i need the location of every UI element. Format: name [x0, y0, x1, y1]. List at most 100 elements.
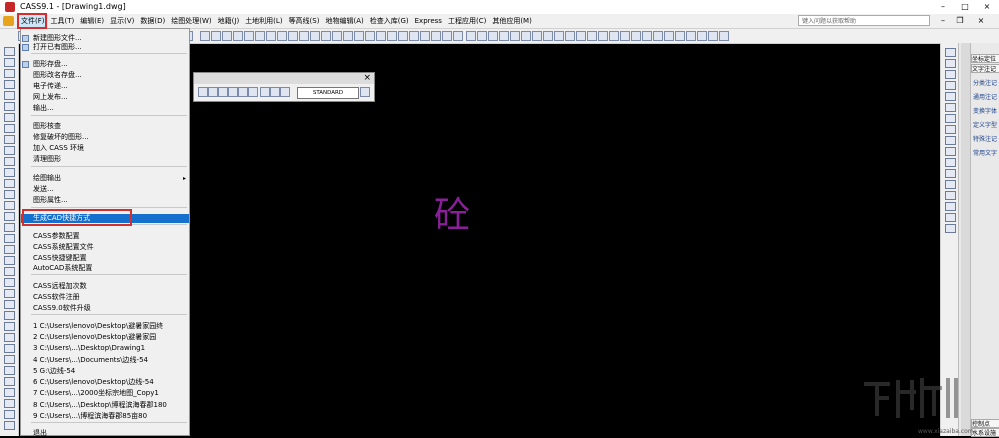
panel-entry[interactable]: 通用注记	[973, 93, 999, 103]
draw-tool-icon[interactable]	[4, 421, 15, 430]
toolbar-tool-icon[interactable]	[642, 31, 652, 41]
edit-tool-icon[interactable]	[945, 114, 956, 123]
style-tool-icon[interactable]	[198, 87, 208, 97]
edit-tool-icon[interactable]	[945, 70, 956, 79]
toolbar-tool-icon[interactable]	[233, 31, 243, 41]
toolbar-tool-icon[interactable]	[409, 31, 419, 41]
tab-coordinate-locate[interactable]: 坐标定位	[971, 54, 999, 63]
draw-tool-icon[interactable]	[4, 399, 15, 408]
toolbar-tool-icon[interactable]	[387, 31, 397, 41]
toolbar-tool-icon[interactable]	[653, 31, 663, 41]
menu-item[interactable]: 土地利用(L)	[242, 14, 285, 28]
toolbar-tool-icon[interactable]	[686, 31, 696, 41]
style-tool-icon[interactable]	[208, 87, 218, 97]
draw-tool-icon[interactable]	[4, 267, 15, 276]
menu-item[interactable]: 其他应用(M)	[489, 14, 535, 28]
mdi-restore-button[interactable]: ❐	[954, 15, 966, 27]
toolbar-tool-icon[interactable]	[277, 31, 287, 41]
file-menu-item[interactable]: 退出	[21, 429, 189, 438]
file-menu-item[interactable]: 新建图形文件...	[21, 34, 189, 43]
draw-tool-icon[interactable]	[4, 69, 15, 78]
toolbar-tool-icon[interactable]	[543, 31, 553, 41]
toolbar-tool-icon[interactable]	[697, 31, 707, 41]
toolbar-tool-icon[interactable]	[288, 31, 298, 41]
toolbar-tool-icon[interactable]	[708, 31, 718, 41]
toolbar-tool-icon[interactable]	[466, 31, 476, 41]
toolbar-tool-icon[interactable]	[521, 31, 531, 41]
edit-tool-icon[interactable]	[945, 169, 956, 178]
draw-tool-icon[interactable]	[4, 289, 15, 298]
edit-tool-icon[interactable]	[945, 202, 956, 211]
toolbar-tool-icon[interactable]	[442, 31, 452, 41]
toolbar-tool-icon[interactable]	[576, 31, 586, 41]
toolbar-tool-icon[interactable]	[299, 31, 309, 41]
toolbar-tool-icon[interactable]	[321, 31, 331, 41]
panel-entry[interactable]: 特殊注记	[973, 135, 999, 145]
edit-tool-icon[interactable]	[945, 59, 956, 68]
draw-tool-icon[interactable]	[4, 333, 15, 342]
toolbar-tool-icon[interactable]	[200, 31, 210, 41]
panel-entry[interactable]: 分类注记	[973, 79, 999, 89]
toolbar-tool-icon[interactable]	[310, 31, 320, 41]
menu-item[interactable]: Express	[412, 14, 445, 28]
toolbar-tool-icon[interactable]	[222, 31, 232, 41]
file-menu-item[interactable]: CASS9.0软件升级	[21, 304, 189, 313]
draw-tool-icon[interactable]	[4, 212, 15, 221]
toolbar-tool-icon[interactable]	[631, 31, 641, 41]
file-menu-item[interactable]: 发送...	[21, 185, 189, 194]
draw-tool-icon[interactable]	[4, 124, 15, 133]
draw-tool-icon[interactable]	[4, 278, 15, 287]
menu-item[interactable]: 工具(T)	[48, 14, 78, 28]
draw-tool-icon[interactable]	[4, 113, 15, 122]
toolbar-tool-icon[interactable]	[453, 31, 463, 41]
draw-tool-icon[interactable]	[4, 157, 15, 166]
file-menu-item[interactable]: CASS系统配置文件	[21, 243, 189, 252]
edit-tool-icon[interactable]	[945, 103, 956, 112]
file-menu-item[interactable]: CASS快捷键配置	[21, 254, 189, 263]
draw-tool-icon[interactable]	[4, 190, 15, 199]
draw-tool-icon[interactable]	[4, 58, 15, 67]
draw-tool-icon[interactable]	[4, 377, 15, 386]
draw-tool-icon[interactable]	[4, 410, 15, 419]
restore-button[interactable]: □	[955, 1, 975, 13]
file-menu-item[interactable]: 加入 CASS 环境	[21, 144, 189, 153]
pick-style-icon[interactable]	[360, 87, 370, 97]
menu-item[interactable]: 地物编辑(A)	[322, 14, 366, 28]
toolbar-tool-icon[interactable]	[343, 31, 353, 41]
file-menu-item[interactable]: 网上发布...	[21, 93, 189, 102]
style-tool-icon[interactable]	[260, 87, 270, 97]
tab-text-annotation[interactable]: 文字注记	[971, 64, 999, 73]
toolbar-tool-icon[interactable]	[510, 31, 520, 41]
menu-item[interactable]: 地籍(J)	[215, 14, 243, 28]
file-menu-item[interactable]: 图形存盘...	[21, 60, 189, 69]
draw-tool-icon[interactable]	[4, 80, 15, 89]
file-menu-item[interactable]: 清理图形	[21, 155, 189, 164]
file-menu-item[interactable]: 修复破坏的图形...	[21, 133, 189, 142]
style-tool-icon[interactable]	[248, 87, 258, 97]
file-menu-item[interactable]: 1 C:\Users\lenovo\Desktop\避暑家园终	[21, 322, 189, 331]
toolbar-tool-icon[interactable]	[719, 31, 729, 41]
file-menu-item[interactable]: CASS软件注册	[21, 293, 189, 302]
draw-tool-icon[interactable]	[4, 388, 15, 397]
draw-tool-icon[interactable]	[4, 47, 15, 56]
toolbar-tool-icon[interactable]	[211, 31, 221, 41]
toolbar-tool-icon[interactable]	[488, 31, 498, 41]
file-menu-item[interactable]: 3 C:\Users\...\Desktop\Drawing1	[21, 344, 189, 353]
toolbar-tool-icon[interactable]	[255, 31, 265, 41]
toolbar-tool-icon[interactable]	[565, 31, 575, 41]
close-button[interactable]: ×	[977, 1, 997, 13]
tab-control-point[interactable]: 控制点	[971, 419, 999, 428]
style-tool-icon[interactable]	[228, 87, 238, 97]
style-tool-icon[interactable]	[270, 87, 280, 97]
file-menu-item[interactable]: 输出...	[21, 104, 189, 113]
menu-item[interactable]: 绘图处理(W)	[168, 14, 214, 28]
menu-item[interactable]: 显示(V)	[107, 14, 137, 28]
draw-tool-icon[interactable]	[4, 344, 15, 353]
toolbar-tool-icon[interactable]	[398, 31, 408, 41]
toolbar-tool-icon[interactable]	[554, 31, 564, 41]
edit-tool-icon[interactable]	[945, 224, 956, 233]
draw-tool-icon[interactable]	[4, 168, 15, 177]
menu-item[interactable]: 检查入库(G)	[367, 14, 412, 28]
toolbar-tool-icon[interactable]	[587, 31, 597, 41]
draw-tool-icon[interactable]	[4, 91, 15, 100]
